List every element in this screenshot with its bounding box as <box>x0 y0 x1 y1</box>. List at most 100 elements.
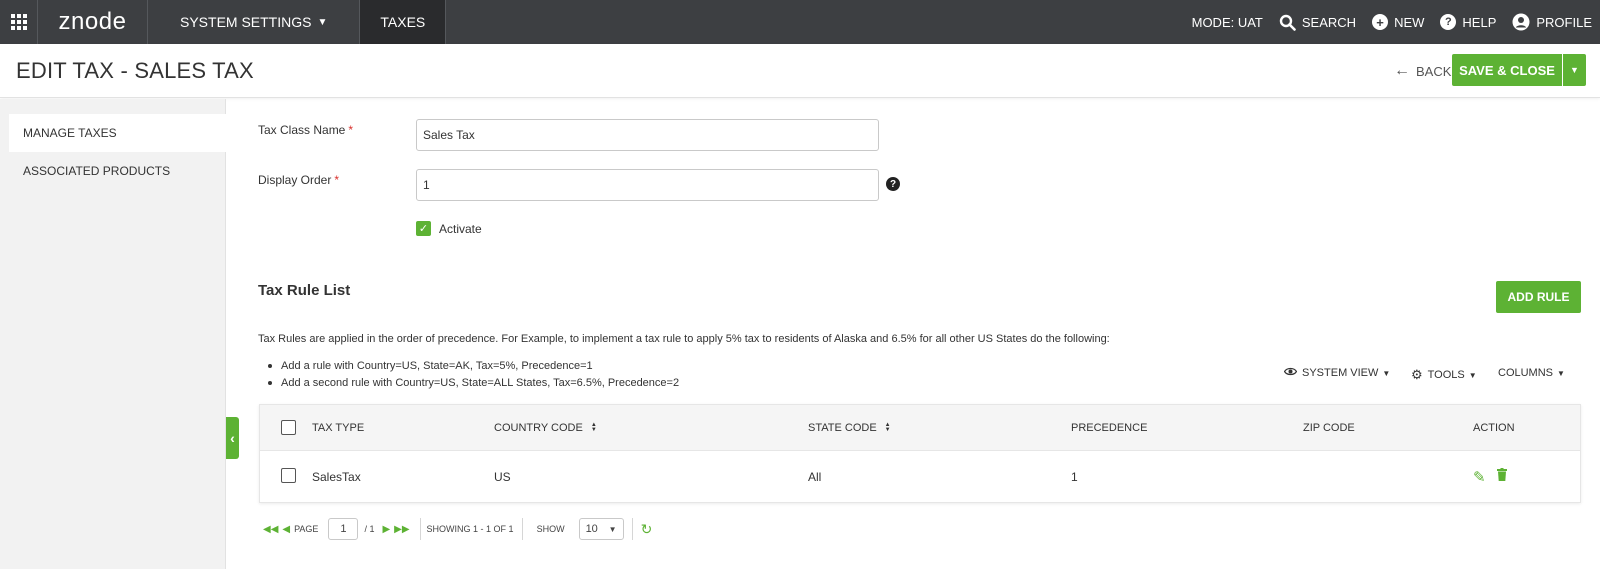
page-number-input[interactable]: 1 <box>328 518 359 540</box>
back-link[interactable]: ← BACK <box>1394 62 1451 80</box>
help-link[interactable]: ? HELP <box>1440 14 1496 30</box>
chevron-down-icon: ▼ <box>1557 368 1565 378</box>
nav-system-settings[interactable]: SYSTEM SETTINGS ▼ <box>148 0 361 44</box>
question-icon[interactable]: ? <box>886 177 900 191</box>
eye-icon <box>1283 367 1298 379</box>
sidebar-item-label: MANAGE TAXES <box>23 126 117 140</box>
logo-text: znode <box>58 8 127 35</box>
search-link[interactable]: SEARCH <box>1279 14 1356 31</box>
chevron-down-icon: ▼ <box>1570 65 1579 75</box>
znode-logo[interactable]: znode <box>38 0 148 44</box>
sidebar: MANAGE TAXES ASSOCIATED PRODUCTS <box>0 99 226 569</box>
display-order-input[interactable]: 1 <box>416 169 879 201</box>
sort-icon: ▲ ▼ <box>590 422 597 433</box>
question-circle-icon: ? <box>1440 14 1457 30</box>
required-marker: * <box>334 173 340 187</box>
row-select-checkbox[interactable] <box>281 468 296 483</box>
tax-rule-list-title: Tax Rule List <box>258 282 351 299</box>
showing-count: SHOWING 1 - 1 OF 1 <box>426 524 514 534</box>
nav-taxes[interactable]: TAXES <box>360 0 447 44</box>
pagination: ◀◀ ◀ PAGE 1 / 1 ▶ ▶▶ SHOWING 1 - 1 OF 1 … <box>263 516 652 542</box>
sidebar-item-label: ASSOCIATED PRODUCTS <box>23 164 171 178</box>
sort-icon: ▲ ▼ <box>884 422 891 433</box>
chevron-down-icon: ▼ <box>1468 370 1477 380</box>
profile-label: PROFILE <box>1536 14 1592 30</box>
column-header-country-code[interactable]: COUNTRY CODE ▲ ▼ <box>494 422 597 434</box>
divider <box>631 518 633 540</box>
search-icon <box>1279 14 1296 31</box>
column-header-zip-code[interactable]: ZIP CODE <box>1303 422 1355 434</box>
tools-dropdown[interactable]: ⚙ TOOLS ▼ <box>1411 367 1477 383</box>
tools-label: TOOLS <box>1427 369 1465 381</box>
column-header-tax-type[interactable]: TAX TYPE <box>312 422 364 434</box>
add-rule-button[interactable]: ADD RULE <box>1496 281 1581 313</box>
mode-indicator: MODE: UAT <box>1192 15 1263 30</box>
display-order-value: 1 <box>423 178 430 192</box>
tax-class-name-label-text: Tax Class Name <box>258 123 346 137</box>
column-header-label: TAX TYPE <box>312 422 365 434</box>
collapse-icon: ‹ <box>230 430 235 446</box>
apps-grid-icon <box>10 14 27 30</box>
profile-link[interactable]: PROFILE <box>1512 13 1592 31</box>
top-navigation-bar: znode SYSTEM SETTINGS ▼ TAXES MODE: UAT … <box>0 0 1600 44</box>
divider <box>521 518 523 540</box>
show-label: SHOW <box>536 524 565 534</box>
sidebar-collapse-toggle[interactable]: ‹ <box>226 417 239 459</box>
column-header-label: ACTION <box>1473 422 1515 434</box>
list-item: Add a second rule with Country=US, State… <box>264 377 679 394</box>
save-and-close-button[interactable]: SAVE & CLOSE <box>1452 54 1562 86</box>
help-label: HELP <box>1462 14 1497 30</box>
arrow-left-icon: ← <box>1394 62 1410 79</box>
column-header-state-code[interactable]: STATE CODE ▲ ▼ <box>808 422 891 434</box>
back-label: BACK <box>1416 63 1452 79</box>
list-item: Add a rule with Country=US, State=AK, Ta… <box>264 360 679 377</box>
column-header-label: PRECEDENCE <box>1071 422 1148 434</box>
nav-taxes-label: TAXES <box>380 14 426 30</box>
chevron-down-icon: ▼ <box>1382 368 1391 378</box>
page-title: EDIT TAX - SALES TAX <box>16 58 254 83</box>
nav-system-settings-label: SYSTEM SETTINGS <box>180 14 312 30</box>
apps-menu-button[interactable] <box>0 0 38 44</box>
trash-icon[interactable] <box>1497 468 1507 481</box>
activate-checkbox[interactable]: ✓ <box>416 221 431 236</box>
sidebar-item-associated-products[interactable]: ASSOCIATED PRODUCTS <box>9 152 226 190</box>
display-order-label-text: Display Order <box>258 173 332 187</box>
activate-label: Activate <box>439 222 482 236</box>
check-icon: ✓ <box>418 223 429 235</box>
cell-state-code: All <box>808 470 822 484</box>
columns-label: COLUMNS <box>1498 367 1554 379</box>
page-number-value: 1 <box>340 523 347 535</box>
prev-page-icon[interactable]: ◀ <box>282 524 290 535</box>
save-options-dropdown[interactable]: ▼ <box>1563 54 1586 86</box>
sidebar-item-manage-taxes[interactable]: MANAGE TAXES <box>9 114 226 152</box>
tax-class-name-label: Tax Class Name * <box>258 123 353 137</box>
new-link[interactable]: + NEW <box>1372 14 1424 30</box>
first-page-icon[interactable]: ◀◀ <box>263 524 278 535</box>
divider <box>419 518 421 540</box>
display-order-label: Display Order * <box>258 173 339 187</box>
mode-label: MODE: UAT <box>1191 14 1263 30</box>
page-total: / 1 <box>364 524 375 534</box>
new-label: NEW <box>1394 14 1425 30</box>
column-header-precedence[interactable]: PRECEDENCE <box>1071 422 1147 434</box>
next-page-icon[interactable]: ▶ <box>382 524 390 535</box>
select-all-checkbox[interactable] <box>281 420 296 435</box>
tax-rules-table: TAX TYPE COUNTRY CODE ▲ ▼ STATE CODE ▲ ▼ P… <box>259 404 1581 503</box>
table-row: SalesTax US All 1 ✎ <box>260 452 1580 502</box>
tax-rules-description: Tax Rules are applied in the order of pr… <box>258 333 1110 345</box>
required-marker: * <box>348 123 354 137</box>
columns-dropdown[interactable]: COLUMNS ▼ <box>1498 367 1565 379</box>
cell-tax-type: SalesTax <box>312 470 361 484</box>
chevron-down-icon: ▼ <box>608 524 617 534</box>
cell-precedence: 1 <box>1071 470 1078 484</box>
column-header-action: ACTION <box>1473 422 1515 434</box>
column-header-label: ZIP CODE <box>1303 422 1355 434</box>
tax-class-name-value: Sales Tax <box>423 128 475 142</box>
tax-class-name-input[interactable]: Sales Tax <box>416 119 879 151</box>
system-view-label: SYSTEM VIEW <box>1302 367 1379 379</box>
page-size-select[interactable]: 10 ▼ <box>578 518 624 540</box>
last-page-icon[interactable]: ▶▶ <box>394 524 409 535</box>
pencil-icon[interactable]: ✎ <box>1473 468 1486 486</box>
system-view-dropdown[interactable]: SYSTEM VIEW ▼ <box>1283 367 1391 379</box>
refresh-icon[interactable]: ↻ <box>641 521 653 538</box>
